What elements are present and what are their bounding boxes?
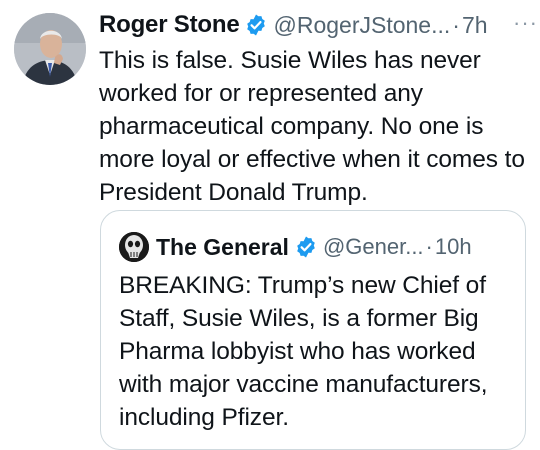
separator-dot: · (425, 234, 433, 259)
quoted-author-name[interactable]: The General (156, 234, 289, 261)
author-name[interactable]: Roger Stone (99, 11, 240, 39)
tweet[interactable]: Roger Stone @RogerJStone... · 7h ··· Thi… (0, 0, 540, 450)
separator-dot: · (452, 11, 460, 38)
more-options-icon[interactable]: ··· (513, 10, 538, 36)
quoted-tweet-header: The General @Gener... · 10h (119, 230, 472, 264)
verified-badge-icon (244, 13, 268, 37)
quoted-tweet[interactable]: The General @Gener... · 10h BREAKING: Tr… (100, 210, 526, 450)
tweet-text: This is false. Susie Wiles has never wor… (99, 47, 525, 206)
verified-badge-icon (294, 235, 318, 259)
tweet-header: Roger Stone @RogerJStone... · 7h (99, 8, 529, 42)
author-avatar[interactable] (14, 13, 86, 85)
quoted-tweet-text: BREAKING: Trump’s new Chief of Staff, Su… (119, 272, 488, 431)
quoted-author-handle[interactable]: @Gener... (323, 234, 424, 260)
quoted-author-avatar[interactable] (119, 232, 149, 262)
tweet-timestamp[interactable]: 7h (462, 12, 488, 39)
author-handle[interactable]: @RogerJStone... (273, 12, 450, 39)
quoted-tweet-timestamp[interactable]: 10h (435, 234, 472, 260)
